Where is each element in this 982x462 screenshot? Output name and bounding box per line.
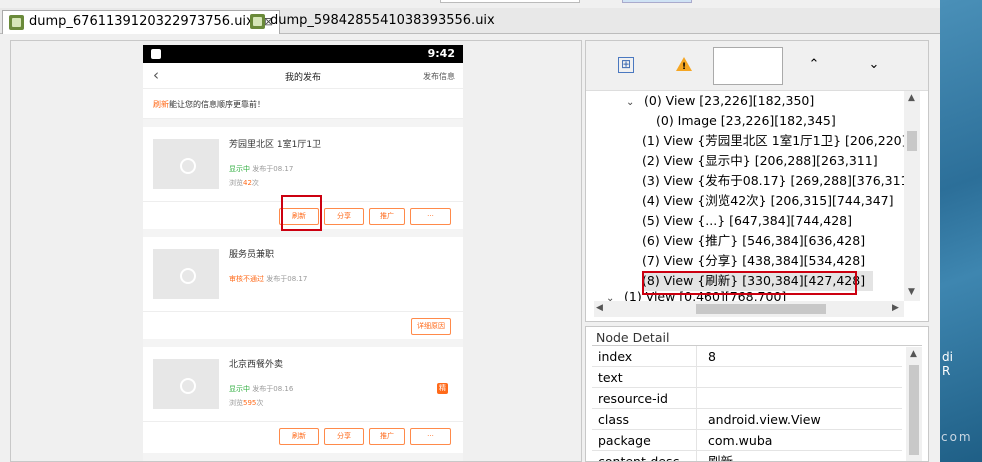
listing-meta: 审核不通过 发布于08.17	[229, 274, 307, 284]
listing-views: 浏览42次	[229, 179, 259, 187]
detail-row[interactable]: content-desc 刷新	[592, 451, 902, 461]
expand-twisty-icon[interactable]: ⌄	[606, 289, 620, 301]
tree-horizontal-scrollbar[interactable]: ◀ ▶	[594, 301, 904, 317]
tab-dump-1[interactable]: dump_6761139120322973756.uix ⊠	[2, 10, 281, 34]
node-detail-panel: Node Detail index 8 text resource-id clas…	[585, 326, 929, 462]
scroll-left-icon[interactable]: ◀	[596, 303, 603, 313]
node-detail-title: Node Detail	[596, 330, 670, 345]
tree-node[interactable]: (5) View {...} [647,384][744,428]	[642, 211, 852, 231]
tree-node[interactable]: (3) View {发布于08.17} [269,288][376,311]	[642, 171, 904, 191]
listing-status: 显示中	[229, 385, 250, 393]
tree-node[interactable]: (6) View {推广} [546,384][636,428]	[642, 231, 865, 251]
listing-status: 显示中	[229, 165, 250, 173]
tip-highlight: 刷新	[153, 100, 169, 109]
listing-card[interactable]: 服务员兼职 审核不通过 发布于08.17 详细原因	[143, 237, 463, 339]
scrollbar-thumb[interactable]	[907, 131, 917, 151]
top-search-field[interactable]	[440, 0, 580, 3]
promote-button[interactable]: 推广	[369, 428, 405, 445]
listing-card[interactable]: 北京西餐外卖 显示中 发布于08.16 浏览595次 精 刷新 分享 推广 ··…	[143, 347, 463, 453]
chevron-down-icon[interactable]: ⌄	[866, 57, 882, 73]
detail-row[interactable]: text	[592, 367, 902, 388]
selected-tree-highlight	[642, 271, 857, 295]
desktop-icon-label: di R	[942, 350, 953, 378]
phone-header: ‹ 我的发布 发布信息	[143, 63, 463, 89]
detail-row[interactable]: package com.wuba	[592, 430, 902, 451]
more-button[interactable]: ···	[410, 428, 451, 445]
refresh-tip: 刷新能让您的信息顺序更靠前！	[143, 89, 463, 119]
warning-mark: !	[682, 62, 687, 72]
listing-date: 发布于08.17	[252, 165, 294, 173]
listing-thumbnail	[153, 359, 219, 409]
tab-label: dump_6761139120322973756.uix	[29, 14, 254, 29]
tab-label: dump_5984285541038393556.uix	[270, 13, 495, 28]
refresh-button[interactable]: 刷新	[279, 428, 319, 445]
expand-twisty-icon[interactable]: ⌄	[626, 93, 640, 113]
scroll-up-icon[interactable]: ▲	[908, 93, 915, 103]
promote-button[interactable]: 推广	[369, 208, 405, 225]
listing-meta: 显示中 发布于08.16	[229, 384, 293, 394]
listing-date: 发布于08.17	[266, 275, 308, 283]
featured-badge: 精	[437, 383, 448, 394]
scrollbar-thumb[interactable]	[909, 365, 919, 455]
tree-vertical-scrollbar[interactable]: ▲ ▼	[904, 91, 920, 301]
desktop-background: di R testerhome.com	[940, 0, 982, 462]
listing-actions: 刷新 分享 推广 ···	[143, 421, 463, 453]
detail-reason-button[interactable]: 详细原因	[411, 318, 451, 335]
editor-tab-bar: dump_6761139120322973756.uix ⊠ dump_5984…	[0, 8, 940, 34]
tree-node[interactable]: ⌄ (0) View [23,226][182,350]	[626, 91, 814, 111]
device-screenshot-panel: 9:42 ‹ 我的发布 发布信息 刷新能让您的信息顺序更靠前！ 芳园里北区 1室…	[10, 40, 582, 462]
share-button[interactable]: 分享	[324, 208, 364, 225]
more-button[interactable]: ···	[410, 208, 451, 225]
node-preview-box	[713, 47, 783, 85]
listing-status: 审核不通过	[229, 275, 264, 283]
scroll-right-icon[interactable]: ▶	[892, 303, 899, 313]
listing-actions: 详细原因	[143, 311, 463, 339]
page-title: 我的发布	[284, 73, 321, 83]
listing-title: 芳园里北区 1室1厅1卫	[229, 140, 322, 150]
window-top-strip	[0, 0, 982, 8]
hierarchy-tree: ⌄ (0) View [23,226][182,350] (0) Image […	[594, 91, 904, 301]
top-perspective-tab[interactable]	[622, 0, 692, 3]
tab-dump-2[interactable]: dump_5984285541038393556.uix	[244, 10, 501, 34]
scrollbar-thumb[interactable]	[696, 304, 826, 314]
android-icon	[151, 49, 161, 59]
hierarchy-panel: ⊞ ! ⌃ ⌄ ⌄ (0) View [23,226][182,350] (0)…	[585, 40, 929, 322]
status-time: 9:42	[427, 47, 455, 60]
listing-thumbnail	[153, 249, 219, 299]
hierarchy-toolbar: ⊞ ! ⌃ ⌄	[586, 41, 928, 91]
share-button[interactable]: 分享	[324, 428, 364, 445]
expand-all-icon[interactable]: ⊞	[618, 57, 634, 73]
listing-views: 浏览595次	[229, 399, 264, 407]
chevron-up-icon[interactable]: ⌃	[806, 57, 822, 73]
selected-node-highlight	[281, 195, 322, 231]
detail-vertical-scrollbar[interactable]: ▲	[906, 347, 922, 461]
watermark: testerhome.com	[940, 430, 973, 444]
post-info-link[interactable]: 发布信息	[423, 71, 455, 82]
phone-screenshot[interactable]: 9:42 ‹ 我的发布 发布信息 刷新能让您的信息顺序更靠前！ 芳园里北区 1室…	[143, 45, 463, 461]
tree-node[interactable]: (0) Image [23,226][182,345]	[656, 111, 836, 131]
detail-row[interactable]: resource-id	[592, 388, 902, 409]
tree-node[interactable]: (7) View {分享} [438,384][534,428]	[642, 251, 865, 271]
listing-meta: 显示中 发布于08.17	[229, 164, 293, 174]
listing-date: 发布于08.16	[252, 385, 294, 393]
tree-node[interactable]: (2) View {显示中} [206,288][263,311]	[642, 151, 878, 171]
listing-title: 服务员兼职	[229, 250, 275, 260]
listing-title: 北京西餐外卖	[229, 360, 284, 370]
scroll-up-icon[interactable]: ▲	[910, 349, 917, 359]
detail-row[interactable]: index 8	[592, 346, 902, 367]
detail-row[interactable]: class android.view.View	[592, 409, 902, 430]
listing-thumbnail	[153, 139, 219, 189]
tree-node[interactable]: (4) View {浏览42次} [206,315][744,347]	[642, 191, 894, 211]
uix-file-icon	[250, 14, 265, 29]
phone-status-bar: 9:42	[143, 45, 463, 63]
warning-icon[interactable]: !	[676, 57, 692, 73]
uix-file-icon	[9, 15, 24, 30]
tree-node[interactable]: (1) View {芳园里北区 1室1厅1卫} [206,220][74	[642, 131, 904, 151]
tip-text: 能让您的信息顺序更靠前！	[169, 100, 265, 109]
scroll-down-icon[interactable]: ▼	[908, 287, 915, 297]
